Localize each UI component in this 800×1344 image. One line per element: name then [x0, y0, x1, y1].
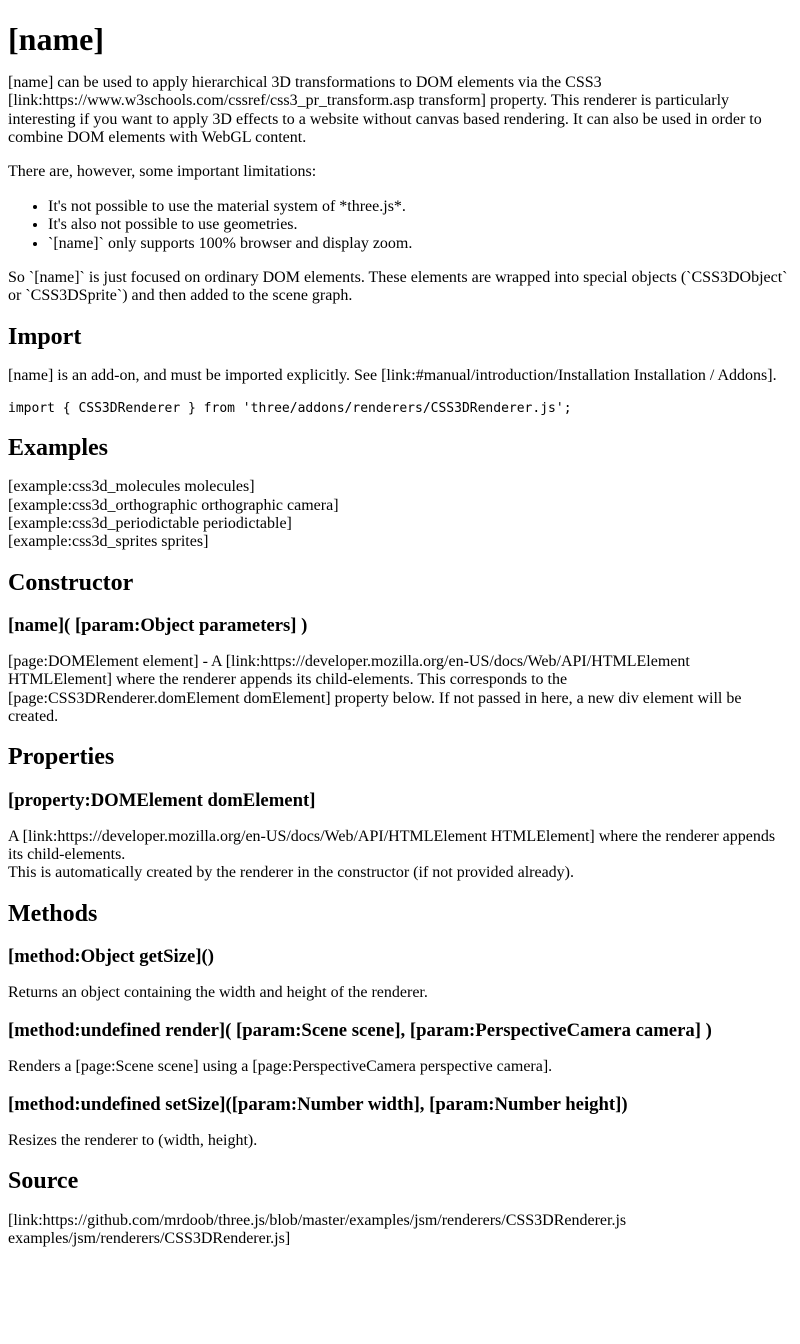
- constructor-text: [page:DOMElement element] - A [link:http…: [8, 652, 742, 726]
- method-text: Returns an object containing the width a…: [8, 983, 428, 1001]
- list-item: It's not possible to use the material sy…: [48, 198, 792, 216]
- method-signature: [method:Object getSize](): [8, 946, 215, 968]
- limitations-list: It's not possible to use the material sy…: [8, 198, 792, 253]
- doc-page: [name] [name] can be used to apply hiera…: [0, 21, 800, 1248]
- page-title: [name]: [8, 21, 104, 57]
- constructor-signature: [name]( [param:Object parameters] ): [8, 615, 308, 637]
- property-text: A [link:https://developer.mozilla.org/en…: [8, 828, 792, 883]
- import-text: [name] is an add-on, and must be importe…: [8, 367, 777, 385]
- source-heading: Source: [8, 1167, 79, 1194]
- example-link[interactable]: [example:css3d_sprites sprites]: [8, 533, 792, 551]
- examples-heading: Examples: [8, 434, 109, 461]
- method-signature: [method:undefined render]( [param:Scene …: [8, 1020, 712, 1042]
- property-line: A [link:https://developer.mozilla.org/en…: [8, 827, 776, 863]
- method-signature: [method:undefined setSize]([param:Number…: [8, 1094, 628, 1116]
- property-line: This is automatically created by the ren…: [8, 864, 575, 882]
- properties-heading: Properties: [8, 744, 115, 771]
- example-link[interactable]: [example:css3d_molecules molecules]: [8, 478, 792, 496]
- source-link[interactable]: [link:https://github.com/mrdoob/three.js…: [8, 1212, 792, 1249]
- method-text: Renders a [page:Scene scene] using a [pa…: [8, 1057, 553, 1075]
- example-link[interactable]: [example:css3d_orthographic orthographic…: [8, 497, 792, 515]
- limitations-intro: There are, however, some important limit…: [8, 163, 317, 181]
- intro-paragraph: [name] can be used to apply hierarchical…: [8, 73, 762, 146]
- import-heading: Import: [8, 323, 82, 350]
- methods-heading: Methods: [8, 900, 98, 927]
- list-item: `[name]` only supports 100% browser and …: [48, 235, 792, 253]
- constructor-heading: Constructor: [8, 569, 134, 596]
- import-code: import { CSS3DRenderer } from 'three/add…: [8, 400, 572, 416]
- method-text: Resizes the renderer to (width, height).: [8, 1131, 258, 1149]
- example-link[interactable]: [example:css3d_periodictable periodictab…: [8, 515, 792, 533]
- property-signature: [property:DOMElement domElement]: [8, 790, 316, 812]
- dom-elements-paragraph: So `[name]` is just focused on ordinary …: [8, 268, 788, 305]
- list-item: It's also not possible to use geometries…: [48, 216, 792, 234]
- examples-list: [example:css3d_molecules molecules] [exa…: [8, 478, 792, 552]
